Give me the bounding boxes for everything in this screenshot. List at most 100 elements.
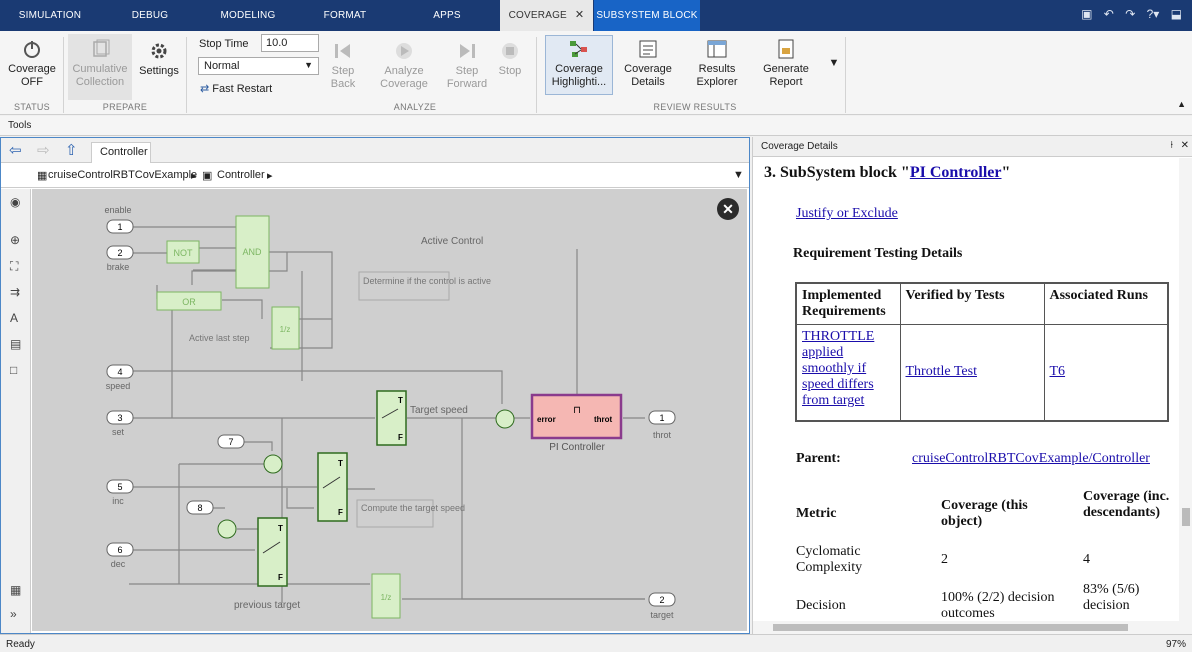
requirement-link[interactable]: THROTTLE applied smoothly if speed diffe… (802, 329, 874, 408)
annotation-icon[interactable]: A (10, 311, 18, 325)
collapse-icon[interactable]: ⬓ (1171, 7, 1182, 21)
chevron-down-icon: ▼ (304, 60, 313, 70)
save-icon[interactable]: ▣ (1081, 7, 1092, 21)
back-arrow-icon[interactable]: ⇦ (9, 141, 22, 159)
stop-label: Stop (498, 65, 522, 77)
stop-time-input[interactable]: 10.0 (261, 34, 319, 52)
svg-text:PI Controller: PI Controller (549, 442, 605, 453)
coverage-details-button[interactable]: Coverage Details (620, 39, 676, 89)
breadcrumb-dropdown-icon[interactable]: ▼ (733, 169, 744, 181)
stop-button[interactable]: Stop (494, 41, 526, 78)
coverage-highlighting-label: Coverage Highlighti... (551, 63, 607, 88)
more-options-button[interactable]: ▼ (828, 57, 840, 70)
redo-icon[interactable]: ↷ (1125, 7, 1135, 21)
target-speed-switch[interactable]: TF (376, 390, 407, 446)
svg-text:throt: throt (653, 430, 672, 440)
generate-report-button[interactable]: Generate Report (758, 39, 814, 89)
unit-delay-block-2[interactable]: 1/z (371, 573, 401, 619)
constant-8[interactable]: 8 (186, 500, 214, 515)
run-link[interactable]: T6 (1050, 364, 1066, 379)
inport-inc[interactable]: 5 inc (106, 479, 134, 506)
pin-icon[interactable]: ⍿ (1170, 140, 1173, 151)
sum-block[interactable] (495, 409, 515, 429)
or-block[interactable]: OR (156, 291, 222, 311)
inport-enable[interactable]: 1 enable (104, 205, 134, 234)
zoom-icon[interactable]: ⊕ (10, 233, 20, 247)
up-arrow-icon[interactable]: ⇧ (65, 141, 78, 159)
vertical-scrollbar[interactable] (1179, 158, 1192, 621)
step-forward-icon (460, 44, 475, 58)
close-coverage-icon[interactable]: ✕ (717, 198, 739, 220)
not-block[interactable]: NOT (166, 240, 200, 264)
undo-icon[interactable]: ↶ (1104, 7, 1114, 21)
breadcrumb-controller[interactable]: Controller (217, 169, 265, 181)
tab-simulation[interactable]: SIMULATION (8, 0, 92, 31)
cumulative-collection-button[interactable]: Cumulative Collection (68, 34, 132, 100)
outport-target[interactable]: 2 target (648, 592, 676, 620)
constant-7[interactable]: 7 (217, 434, 245, 449)
test-link[interactable]: Throttle Test (906, 364, 977, 379)
expand-icon[interactable]: » (10, 607, 17, 621)
results-explorer-button[interactable]: Results Explorer (690, 39, 744, 89)
coverage-highlighting-button[interactable]: Coverage Highlighti... (547, 39, 611, 89)
simulation-mode-select[interactable]: Normal ▼ (198, 57, 319, 75)
unit-delay-block[interactable]: 1/z (271, 306, 300, 350)
fit-view-icon[interactable]: ⛶ (10, 259, 18, 274)
scroll-thumb[interactable] (773, 624, 1128, 631)
tab-apps[interactable]: APPS (405, 0, 489, 31)
metric-header-this: Coverage (this object) (941, 498, 1028, 529)
tab-coverage[interactable]: COVERAGE ✕ (500, 0, 593, 31)
breadcrumb: ▦ cruiseControlRBTCovExample ▸ ▣ Control… (1, 164, 749, 188)
image-icon[interactable]: ▤ (10, 337, 21, 351)
hide-show-icon[interactable]: ◉ (10, 195, 20, 209)
arrow-icon[interactable]: ⇉ (10, 285, 20, 299)
coverage-ribbon: Coverage OFF Cumulative Collection Setti… (0, 31, 1192, 115)
status-bar: Ready 97% (0, 634, 1192, 652)
tab-modeling[interactable]: MODELING (208, 0, 288, 31)
coverage-off-button[interactable]: Coverage OFF (4, 39, 60, 89)
inport-speed[interactable]: 4 speed (106, 364, 134, 391)
requirement-testing-title: Requirement Testing Details (793, 246, 963, 261)
svg-text:5: 5 (117, 482, 122, 492)
step-forward-button[interactable]: Step Forward (444, 41, 490, 91)
tab-format[interactable]: FORMAT (305, 0, 385, 31)
close-icon[interactable]: ✕ (1181, 140, 1189, 151)
parent-link[interactable]: cruiseControlRBTCovExample/Controller (912, 451, 1150, 467)
divider (845, 37, 846, 113)
stop-time-label: Stop Time (199, 38, 249, 50)
dec-switch[interactable]: TF (257, 517, 288, 587)
help-icon[interactable]: ?▾ (1147, 7, 1160, 21)
inport-dec[interactable]: 6 dec (106, 542, 134, 569)
outport-throt[interactable]: 1 throt (648, 410, 676, 440)
sum-block[interactable] (217, 519, 237, 539)
model-browser-icon[interactable]: ▦ (10, 583, 21, 597)
area-icon[interactable]: □ (10, 363, 17, 377)
settings-button[interactable]: Settings (136, 41, 182, 78)
tab-subsystem-block[interactable]: SUBSYSTEM BLOCK (594, 0, 700, 31)
inport-brake[interactable]: 2 brake (106, 245, 134, 272)
scroll-thumb[interactable] (1182, 508, 1190, 526)
fast-restart-button[interactable]: ⇄ Fast Restart (200, 82, 272, 95)
pi-controller-link[interactable]: PI Controller (910, 164, 1002, 181)
collapse-ribbon-icon[interactable]: ▲ (1177, 99, 1186, 109)
req-header-verified: Verified by Tests (899, 282, 1045, 325)
sum-block[interactable] (263, 454, 283, 474)
forward-arrow-icon[interactable]: ⇨ (37, 141, 50, 159)
step-back-icon (335, 44, 350, 58)
tab-debug[interactable]: DEBUG (110, 0, 190, 31)
horizontal-scrollbar[interactable] (753, 621, 1192, 634)
chevron-right-icon: ▸ (191, 170, 197, 182)
inc-switch[interactable]: TF (317, 452, 348, 522)
step-back-button[interactable]: Step Back (326, 41, 360, 91)
tab-controller[interactable]: Controller (91, 142, 151, 163)
and-block[interactable]: AND (235, 215, 270, 289)
tab-coverage-label: COVERAGE (508, 10, 567, 21)
analyze-coverage-button[interactable]: Analyze Coverage (370, 41, 438, 91)
close-icon[interactable]: ✕ (575, 9, 584, 21)
pi-controller-block[interactable]: error throt ⊓ PI Controller (530, 393, 623, 453)
inport-set[interactable]: 3 set (106, 410, 134, 437)
justify-exclude-link[interactable]: Justify or Exclude (796, 206, 898, 222)
results-explorer-label: Results Explorer (696, 63, 738, 88)
compute-annotation: Compute the target speed (361, 503, 465, 513)
breadcrumb-model[interactable]: cruiseControlRBTCovExample (48, 169, 197, 181)
